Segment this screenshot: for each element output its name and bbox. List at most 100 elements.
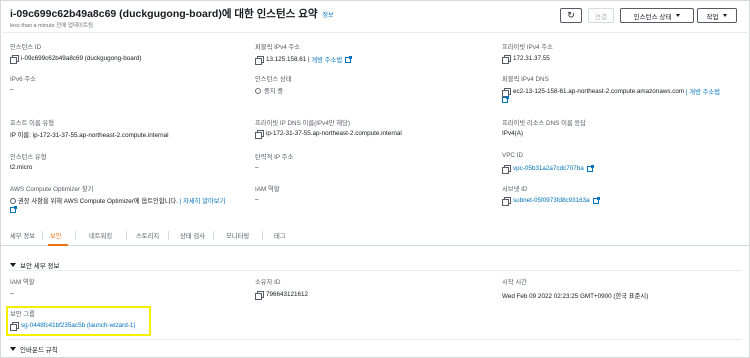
subnet-id-label: 서브넷 ID: [502, 186, 528, 193]
elastic-ip-label: 탄력적 IP 주소: [255, 154, 294, 161]
vpc-id-value: vpc-05b31a2a7cdc707ba: [502, 164, 594, 174]
tab-divider: [126, 231, 127, 240]
section-divider: [8, 339, 742, 340]
instance-id-label: 인스턴스 ID: [10, 44, 42, 51]
optimizer-label: AWS Compute Optimizer 찾기: [10, 186, 94, 193]
instance-state-dropdown[interactable]: 인스턴스 상태: [620, 8, 694, 23]
chevron-down-icon: [723, 14, 728, 17]
tab-status-checks[interactable]: 상태 검사: [180, 231, 205, 240]
security-group-value: sg-0448fc41bf235ac5b (launch-wizard-1): [10, 322, 135, 331]
security-details-title: 보안 세부 정보: [20, 263, 60, 270]
public-ipv4-open-link[interactable]: 개방 주소법: [311, 55, 342, 64]
instance-id-text: i-09c699c62b49a8c69 (duckgugong-board): [21, 55, 142, 62]
optimizer-learn-more-link[interactable]: | 자세히 알아보기: [180, 196, 226, 205]
security-group-link[interactable]: sg-0448fc41bf235ac5b (launch-wizard-1): [21, 322, 135, 329]
copy-icon[interactable]: [502, 88, 511, 97]
caret-down-icon: [10, 347, 16, 351]
actions-dropdown[interactable]: 작업: [697, 8, 737, 23]
ipv6-label: IPv6 주소: [10, 76, 36, 83]
tab-storage[interactable]: 스토리지: [136, 231, 159, 240]
info-icon: [10, 197, 16, 204]
ipv6-value: –: [10, 86, 14, 93]
launch-time-label: 시작 시간: [502, 279, 527, 286]
tab-monitoring[interactable]: 모니터링: [226, 231, 249, 240]
instance-state-text: 중지 중: [264, 88, 284, 95]
chevron-down-icon: [676, 14, 681, 17]
copy-icon[interactable]: [255, 291, 264, 300]
private-dns-text: ip-172-31-37-55.ap-northeast-2.compute.i…: [266, 130, 402, 137]
subnet-id-link[interactable]: subnet-05f0973fd8c93163a: [513, 197, 590, 204]
owner-id-text: 796643121612: [266, 291, 309, 298]
public-ipv4-label: 퍼블릭 IPv4 주소: [255, 44, 301, 51]
instance-state-label: 인스턴스 상태: [255, 76, 292, 83]
iam-role-value: –: [255, 196, 259, 203]
security-iam-role-value: –: [10, 290, 14, 297]
public-dns-label: 퍼블릭 IPv4 DNS: [502, 76, 549, 83]
public-ipv4-text: 13.125.158.61: [266, 56, 307, 63]
active-tab-indicator: [48, 244, 68, 246]
copy-icon[interactable]: [255, 56, 264, 65]
instance-state-value: 중지 중: [255, 86, 283, 95]
tab-divider: [75, 231, 76, 240]
tab-tags[interactable]: 태그: [274, 231, 286, 240]
public-dns-open-link[interactable]: | 개방 주소법: [686, 87, 720, 96]
tab-divider: [262, 231, 263, 240]
instance-state-dropdown-label: 인스턴스 상태: [633, 13, 672, 21]
public-dns-text: ec2-13-125-158-61.ap-northeast-2.compute…: [513, 88, 685, 95]
hostname-type-label: 호스트 이름 유형: [10, 120, 55, 127]
inbound-rules-header[interactable]: 인바운드 규칙: [10, 344, 58, 354]
elastic-ip-value: –: [255, 164, 259, 171]
public-dns-value: ec2-13-125-158-61.ap-northeast-2.compute…: [502, 87, 720, 97]
tab-networking[interactable]: 네트워킹: [89, 231, 112, 240]
public-dns-external-link[interactable]: [502, 96, 509, 103]
inbound-rules-title: 인바운드 규칙: [20, 347, 58, 354]
external-link-icon: [502, 96, 509, 103]
hostname-type-value: IP 이름: ip-172-31-37-55.ap-northeast-2.co…: [10, 132, 169, 139]
refresh-button[interactable]: ↻: [560, 8, 582, 23]
vpc-id-label: VPC ID: [502, 152, 523, 159]
private-resource-dns-value: IPv4(A): [502, 130, 523, 137]
refresh-icon: ↻: [567, 10, 575, 20]
iam-role-label: IAM 역할: [255, 186, 280, 193]
tab-details[interactable]: 세부 정보: [10, 231, 35, 240]
external-link-icon: [592, 196, 600, 204]
security-groups-label: 보안 그룹: [10, 311, 35, 318]
tab-security[interactable]: 보안: [50, 231, 62, 240]
tab-divider: [42, 231, 43, 240]
copy-icon[interactable]: [502, 197, 511, 206]
private-ipv4-label: 프라이빗 IPv4 주소: [502, 44, 553, 51]
external-link-icon: [10, 206, 17, 213]
info-link[interactable]: 정보: [323, 13, 334, 19]
copy-icon[interactable]: [255, 130, 264, 139]
section-divider: [8, 270, 742, 271]
owner-id-label: 소유자 ID: [255, 279, 281, 286]
copy-icon[interactable]: [502, 55, 511, 64]
page-title-text: i-09c699c62b49a8c69 (duckgugong-board)에 …: [10, 8, 318, 20]
copy-icon[interactable]: [10, 322, 19, 331]
optimizer-text: 권장 사항을 위해 AWS Compute Optimizer에 옵트인합니다.: [18, 198, 178, 205]
private-dns-label: 프라이빗 IP DNS 이름(IPv4만 해당): [255, 120, 351, 127]
owner-id-value: 796643121612: [255, 291, 309, 300]
connect-button[interactable]: 연결: [588, 8, 614, 23]
optimizer-value: 권장 사항을 위해 AWS Compute Optimizer에 옵트인합니다.…: [10, 196, 225, 205]
copy-icon[interactable]: [10, 55, 19, 64]
optimizer-external-link[interactable]: [10, 206, 17, 213]
last-updated-text: less than a minute 전에 업데이트됨: [10, 23, 94, 29]
security-iam-role-label: IAM 역할: [10, 279, 35, 286]
caret-down-icon: [10, 263, 16, 267]
copy-icon[interactable]: [502, 165, 511, 174]
launch-time-value: Wed Feb 09 2022 02:23:25 GMT+0900 (한국 표준…: [502, 293, 649, 300]
private-dns-value: ip-172-31-37-55.ap-northeast-2.compute.i…: [255, 130, 402, 139]
vpc-id-link[interactable]: vpc-05b31a2a7cdc707ba: [513, 165, 584, 172]
external-link-icon: [586, 164, 594, 172]
private-ipv4-value: 172.31.37.55: [502, 55, 550, 64]
public-ipv4-value: 13.125.158.61 | 개방 주소법: [255, 55, 353, 65]
instance-type-value: t2.micro: [10, 164, 33, 171]
instance-id-value: i-09c699c62b49a8c69 (duckgugong-board): [10, 55, 142, 64]
security-details-header[interactable]: 보안 세부 정보: [10, 260, 60, 270]
subnet-id-value: subnet-05f0973fd8c93163a: [502, 196, 600, 206]
private-resource-dns-label: 프라이빗 리소스 DNS 이름 응답: [502, 120, 587, 127]
instance-summary-panel: [0, 0, 750, 358]
page-title: i-09c699c62b49a8c69 (duckgugong-board)에 …: [10, 6, 334, 21]
connect-button-label: 연결: [595, 13, 607, 21]
